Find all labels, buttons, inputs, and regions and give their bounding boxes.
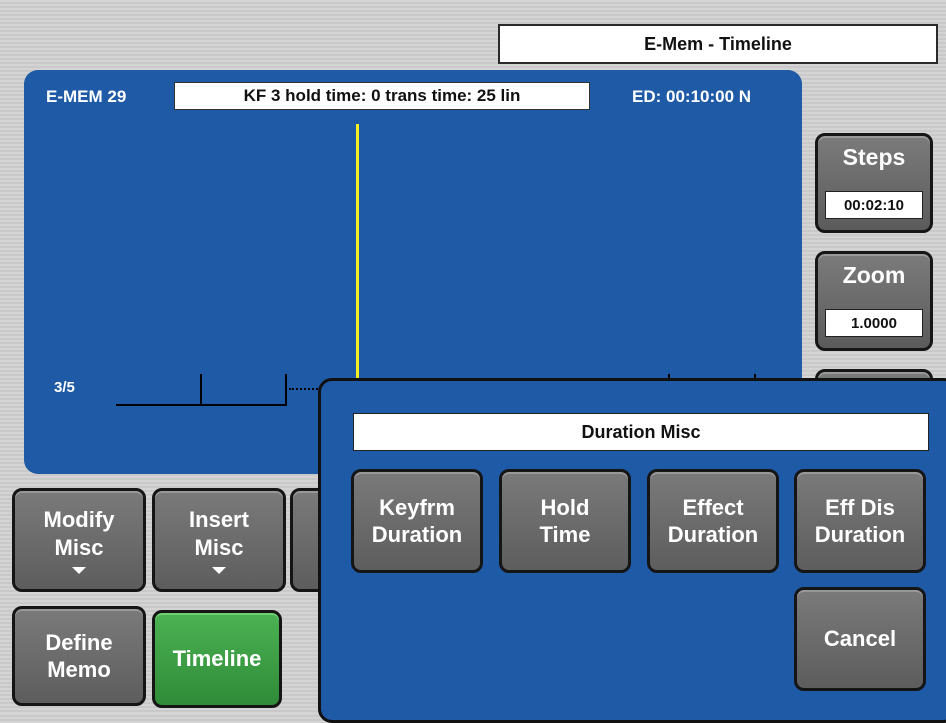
btn-line1: Eff Dis [825, 494, 895, 520]
dropdown-arrow-icon [72, 567, 86, 574]
zoom-value: 1.0000 [825, 309, 923, 337]
steps-button[interactable]: Steps 00:02:10 [815, 133, 933, 233]
keyframe-duration-button[interactable]: Keyfrm Duration [351, 469, 483, 573]
zoom-button[interactable]: Zoom 1.0000 [815, 251, 933, 351]
timeline-button[interactable]: Timeline [152, 610, 282, 708]
btn-line2: Duration [814, 522, 906, 547]
effect-duration-button[interactable]: Effect Duration [647, 469, 779, 573]
btn-line1: Effect [682, 494, 744, 520]
modify-misc-line1: Modify [43, 507, 115, 532]
modify-misc-line2: Misc [54, 534, 104, 560]
btn-line2: Duration [667, 522, 759, 547]
btn-line2: Duration [371, 522, 463, 547]
hold-time-button[interactable]: Hold Time [499, 469, 631, 573]
ed-label: ED: 00:10:00 N [632, 87, 752, 106]
insert-misc-line1: Insert [189, 507, 249, 532]
cancel-button[interactable]: Cancel [794, 587, 926, 691]
eff-dis-duration-button[interactable]: Eff Dis Duration [794, 469, 926, 573]
cancel-label: Cancel [823, 626, 897, 652]
emem-label: E-MEM 29 [46, 87, 127, 106]
define-memo-button[interactable]: Define Memo [12, 606, 146, 706]
modify-misc-button[interactable]: Modify Misc [12, 488, 146, 592]
keyframe-marker[interactable] [285, 374, 287, 406]
keyframe-info-field: KF 3 hold time: 0 trans time: 25 lin [174, 82, 590, 110]
zoom-label: Zoom [842, 262, 906, 288]
timeline-button-label: Timeline [172, 646, 262, 672]
steps-label: Steps [842, 144, 906, 170]
window-title: E-Mem - Timeline [498, 24, 938, 64]
btn-line1: Hold [540, 494, 590, 520]
steps-value: 00:02:10 [825, 191, 923, 219]
keyframe-marker[interactable] [200, 374, 202, 406]
dropdown-arrow-icon [212, 567, 226, 574]
btn-line1: Keyfrm [379, 494, 455, 520]
insert-misc-line2: Misc [194, 534, 244, 560]
define-memo-line1: Define [45, 629, 113, 655]
insert-misc-button[interactable]: Insert Misc [152, 488, 286, 592]
btn-line2: Time [539, 522, 591, 547]
track-label: 3/5 [54, 379, 75, 396]
duration-misc-popup: Duration Misc Keyfrm Duration Hold Time … [318, 378, 946, 723]
define-memo-line2: Memo [47, 657, 111, 682]
popup-title: Duration Misc [353, 413, 929, 451]
